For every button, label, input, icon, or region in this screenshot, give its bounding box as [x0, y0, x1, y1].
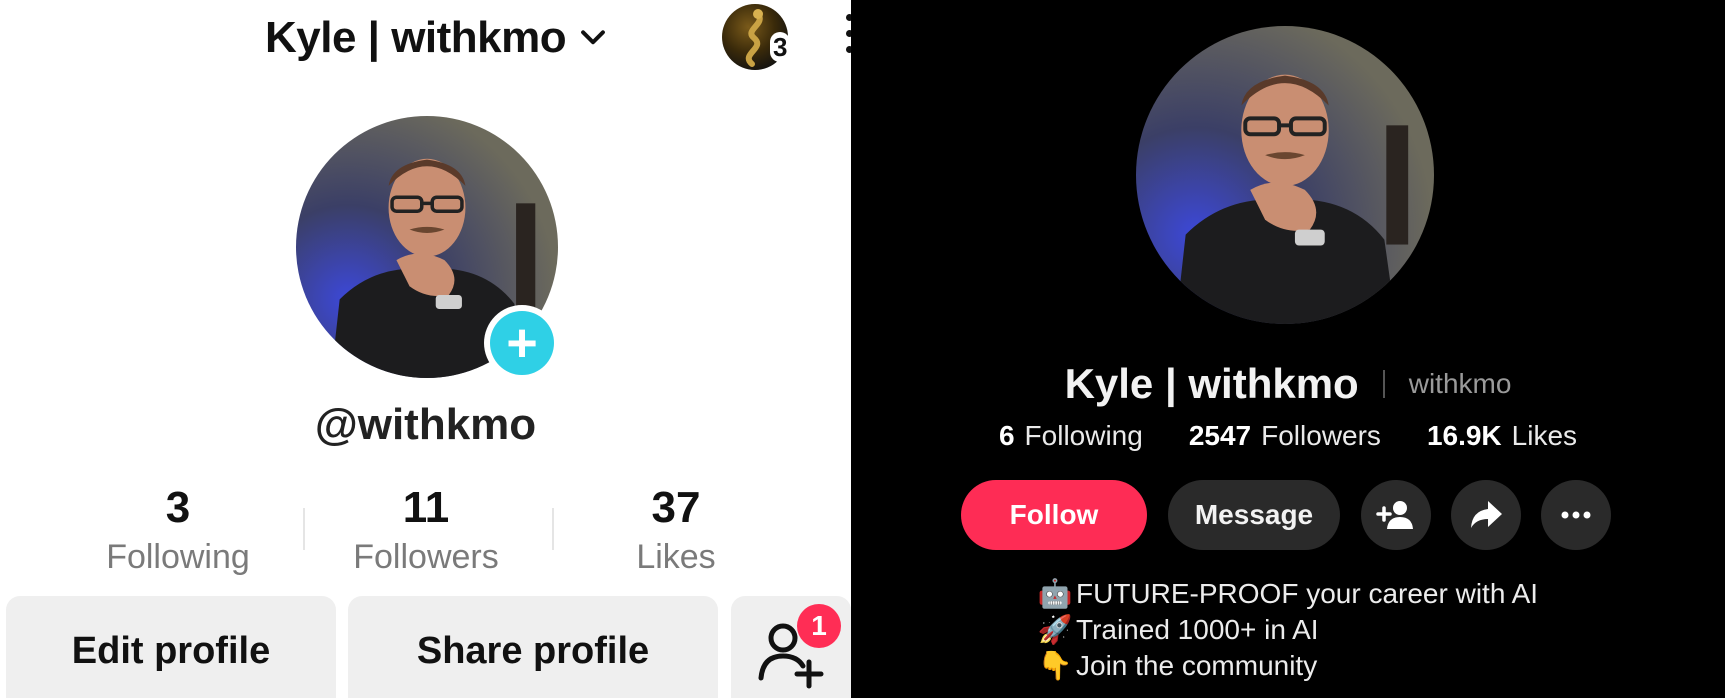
- followers-count: 2547: [1188, 420, 1252, 451]
- followers-count: 11: [402, 483, 450, 532]
- profile-handle: @withkmo: [314, 400, 537, 449]
- follow-button[interactable]: Follow: [961, 480, 1147, 550]
- username: withkmo: [1408, 368, 1512, 399]
- followers-stat[interactable]: 11 Followers: [311, 480, 541, 580]
- bio-text: FUTURE-PROOF your career with AI: [1076, 578, 1539, 609]
- story-count-badge: 3: [770, 32, 791, 62]
- likes-stat[interactable]: 37 Likes: [561, 480, 791, 580]
- following-label: Following: [1024, 420, 1143, 451]
- bio-line[interactable]: 👇 Join the community: [1037, 648, 1538, 684]
- rocket-icon: 🚀: [1037, 614, 1073, 645]
- bio-line: 🚀 Trained 1000+ in AI: [1037, 612, 1538, 648]
- plus-icon: +: [490, 311, 554, 375]
- own-profile-panel: Kyle | withkmo 3 + @withkmo 3 Following …: [0, 0, 851, 698]
- display-name: Kyle | withkmo: [1064, 360, 1359, 407]
- add-friend-button[interactable]: [1361, 480, 1431, 550]
- profile-avatar[interactable]: [1136, 26, 1434, 324]
- likes-count: 37: [651, 483, 701, 532]
- more-options-button[interactable]: [1541, 480, 1611, 550]
- robot-icon: 🤖: [1037, 578, 1073, 609]
- profile-name-row: Kyle | withkmo withkmo: [851, 360, 1725, 408]
- following-stat[interactable]: 3 Following: [63, 480, 293, 580]
- message-button[interactable]: Message: [1168, 480, 1340, 550]
- share-button[interactable]: [1451, 480, 1521, 550]
- account-switcher[interactable]: Kyle | withkmo: [265, 8, 610, 68]
- stat-divider: [303, 508, 305, 550]
- following-count: 3: [165, 483, 191, 532]
- chevron-down-icon: [581, 30, 606, 45]
- share-icon: [1471, 501, 1502, 528]
- pointing-down-icon: 👇: [1037, 650, 1073, 681]
- likes-label: Likes: [1511, 420, 1578, 451]
- stat-divider: [552, 508, 554, 550]
- name-divider: [1382, 370, 1385, 398]
- profile-stats: 6 Following 2547 Followers 16.9K Likes: [851, 420, 1725, 452]
- followers-label: Followers: [353, 538, 499, 576]
- likes-label: Likes: [636, 538, 716, 576]
- followers-label: Followers: [1261, 420, 1381, 451]
- account-name: Kyle | withkmo: [265, 13, 567, 62]
- public-profile-panel: Kyle | withkmo withkmo 6 Following 2547 Fo…: [851, 0, 1725, 698]
- edit-profile-button[interactable]: Edit profile: [6, 596, 336, 698]
- more-horizontal-icon: [1561, 511, 1591, 519]
- friend-request-badge: 1: [797, 604, 841, 648]
- followers-stat[interactable]: 2547 Followers: [1189, 420, 1381, 452]
- add-friend-icon: [1376, 501, 1413, 529]
- likes-stat: 16.9K Likes: [1427, 420, 1577, 452]
- profile-bio: 🤖 FUTURE-PROOF your career with AI 🚀 Tra…: [1037, 576, 1539, 684]
- following-count: 6: [998, 420, 1015, 451]
- following-label: Following: [106, 538, 250, 576]
- bio-text: Join the community: [1076, 650, 1318, 681]
- following-stat[interactable]: 6 Following: [999, 420, 1143, 452]
- add-story-button[interactable]: +: [484, 305, 560, 381]
- bio-text: Trained 1000+ in AI: [1076, 614, 1319, 645]
- bio-line: 🤖 FUTURE-PROOF your career with AI: [1037, 576, 1539, 612]
- avatar-portrait: [1136, 26, 1434, 324]
- share-profile-button[interactable]: Share profile: [348, 596, 718, 698]
- likes-count: 16.9K: [1426, 420, 1502, 451]
